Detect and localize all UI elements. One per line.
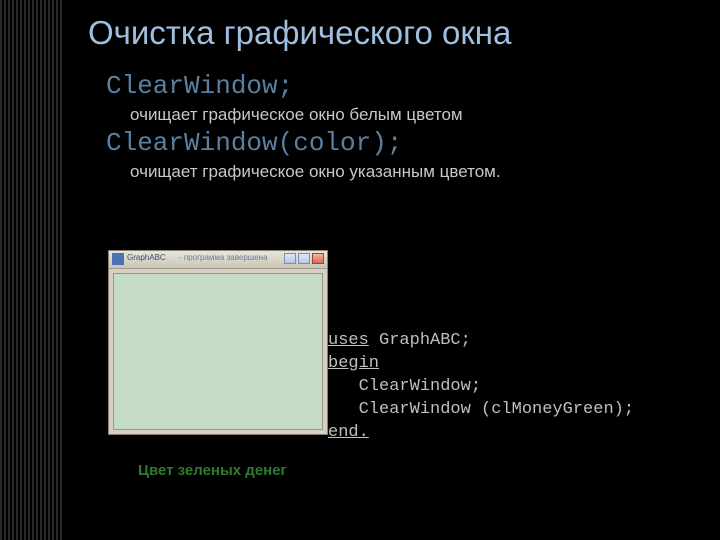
code-line-2: ClearWindow (clMoneyGreen); (328, 400, 634, 419)
api-clearwindow-color-name: ClearWindow(color); (106, 127, 666, 160)
window-buttons (284, 253, 324, 264)
code-line-1: ClearWindow; (328, 377, 481, 396)
api-clearwindow-desc: очищает графическое окно белым цветом (130, 103, 666, 128)
demo-window-titlebar: GraphABC - программа завершена (109, 251, 327, 269)
api-clearwindow-name: ClearWindow; (106, 70, 666, 103)
code-sample: uses GraphABC; begin ClearWindow; ClearW… (328, 330, 634, 445)
kw-end: end. (328, 423, 369, 442)
content-block: ClearWindow; очищает графическое окно бе… (106, 70, 666, 184)
code-uses-lib: GraphABC; (369, 331, 471, 350)
app-icon (112, 253, 124, 265)
demo-window: GraphABC - программа завершена (108, 250, 328, 435)
demo-window-subtitle: - программа завершена (179, 253, 268, 262)
kw-begin: begin (328, 354, 379, 373)
kw-uses: uses (328, 331, 369, 350)
color-caption: Цвет зеленых денег (138, 462, 287, 479)
minimize-icon (284, 253, 296, 264)
maximize-icon (298, 253, 310, 264)
demo-window-title: GraphABC (127, 253, 166, 262)
demo-canvas (113, 273, 323, 430)
api-clearwindow-color-desc: очищает графическое окно указанным цвето… (130, 160, 666, 185)
close-icon (312, 253, 324, 264)
slide: Очистка графического окна ClearWindow; о… (0, 0, 720, 540)
page-title: Очистка графического окна (88, 14, 511, 52)
side-stripe (0, 0, 62, 540)
